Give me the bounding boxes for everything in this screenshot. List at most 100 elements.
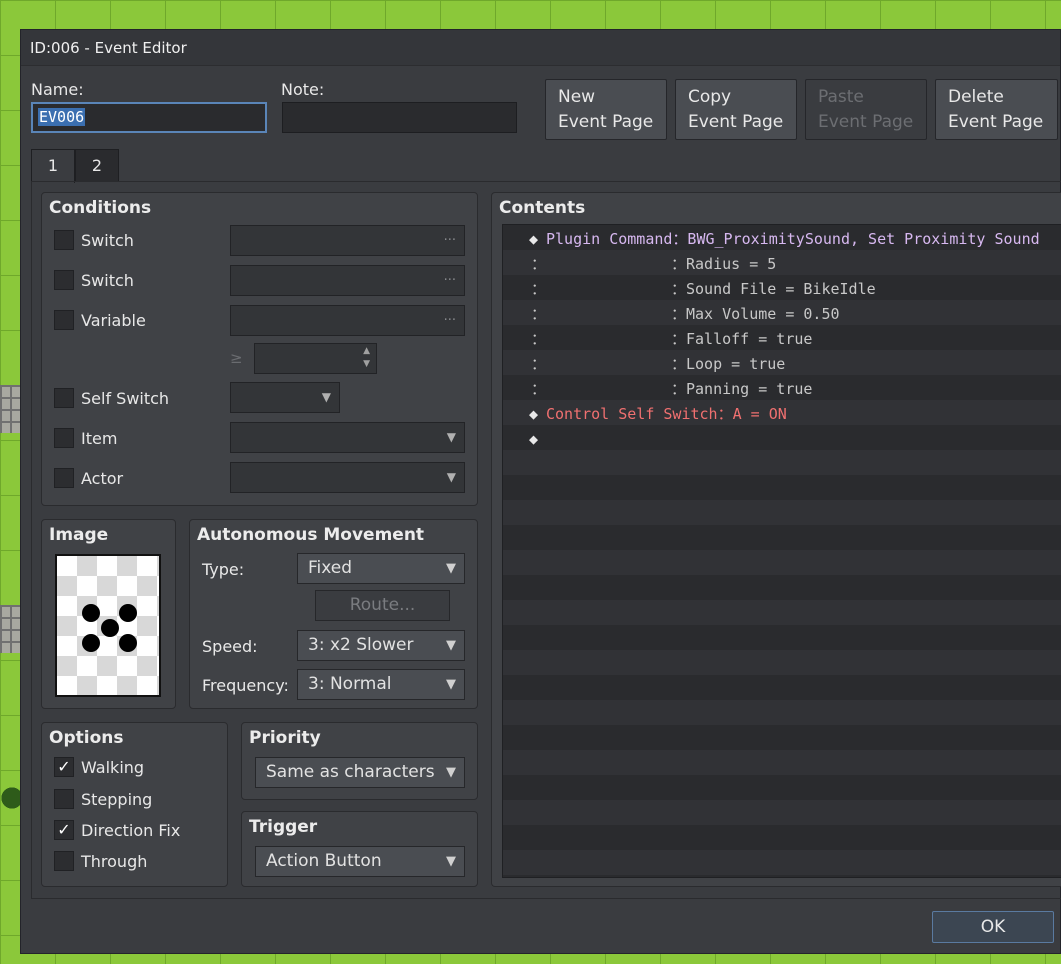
command-parameter: ：Sound File = BikeIdle — [671, 280, 876, 298]
command-diamond-icon: ◆ — [529, 405, 539, 423]
command-diamond-icon: ◆ — [529, 230, 539, 248]
image-group: Image — [41, 519, 176, 709]
switch1-label: Switch — [81, 231, 134, 250]
stepping-checkbox[interactable] — [54, 789, 74, 809]
switch2-field[interactable]: ··· — [230, 265, 465, 296]
route-button[interactable]: Route... — [315, 590, 450, 621]
map-bush — [0, 778, 20, 818]
movement-speed-label: Speed: — [202, 637, 258, 656]
command-name: Control Self Switch：A = ON — [546, 405, 787, 423]
walking-label: Walking — [81, 758, 145, 777]
actor-select[interactable]: ▼ — [230, 462, 465, 493]
movement-frequency-label: Frequency: — [202, 676, 289, 695]
note-label: Note: — [281, 80, 325, 99]
stepping-label: Stepping — [81, 790, 153, 809]
event-image-preview[interactable] — [55, 554, 161, 697]
chevron-down-icon: ▼ — [446, 677, 456, 692]
continuation-mark: ： — [531, 330, 547, 348]
movement-speed-select[interactable]: 3: x2 Slower ▼ — [297, 630, 465, 661]
priority-title: Priority — [249, 728, 321, 748]
command-parameter: ：Max Volume = 0.50 — [671, 305, 840, 323]
name-value: EV006 — [38, 108, 86, 126]
ellipsis-icon: ··· — [443, 273, 456, 288]
ok-button[interactable]: OK — [932, 911, 1054, 943]
name-field[interactable]: EV006 — [31, 102, 267, 133]
trigger-group: Trigger Action Button ▼ — [241, 811, 478, 887]
map-stone-wall — [0, 605, 20, 653]
variable-checkbox[interactable] — [54, 310, 74, 330]
command-diamond-icon: ◆ — [529, 430, 539, 448]
chevron-down-icon: ▼ — [446, 638, 456, 653]
continuation-mark: ： — [531, 380, 547, 398]
self-switch-select[interactable]: ▼ — [230, 382, 340, 413]
compare-symbol: ≥ — [230, 349, 243, 367]
trigger-select[interactable]: Action Button ▼ — [255, 846, 465, 877]
chevron-down-icon: ▼ — [446, 854, 456, 869]
delete-event-page-button[interactable]: Delete Event Page — [935, 79, 1058, 140]
command-name: Plugin Command：BWG_ProximitySound, Set P… — [546, 230, 1040, 248]
ellipsis-icon: ··· — [443, 313, 456, 328]
command-parameter: ：Panning = true — [671, 380, 813, 398]
spin-down-icon[interactable]: ▼ — [363, 359, 370, 369]
variable-label: Variable — [81, 311, 146, 330]
copy-event-page-button[interactable]: Copy Event Page — [675, 79, 797, 140]
event-editor-window: ID:006 - Event Editor Name: EV006 Note: … — [20, 29, 1061, 954]
ellipsis-icon: ··· — [443, 233, 456, 248]
item-label: Item — [81, 429, 118, 448]
switch2-checkbox[interactable] — [54, 270, 74, 290]
contents-group: Contents ◆ Plugin Command：BWG_ProximitySo… — [491, 192, 1061, 887]
variable-value-spinner[interactable]: ▲ ▼ — [254, 343, 377, 374]
movement-type-label: Type: — [202, 560, 245, 579]
command-parameter: ：Radius = 5 — [671, 255, 777, 273]
movement-type-select[interactable]: Fixed ▼ — [297, 553, 465, 584]
window-title: ID:006 - Event Editor — [21, 30, 1060, 66]
image-title: Image — [49, 525, 109, 545]
tab-page-2[interactable]: 2 — [75, 149, 119, 182]
event-command-list[interactable]: ◆ Plugin Command：BWG_ProximitySound, Set … — [502, 224, 1061, 878]
switch1-checkbox[interactable] — [54, 230, 74, 250]
map-stone-wall — [0, 385, 20, 433]
command-parameter: ：Loop = true — [671, 355, 786, 373]
continuation-mark: ： — [531, 355, 547, 373]
chevron-down-icon: ▼ — [446, 430, 456, 444]
continuation-mark: ： — [531, 280, 547, 298]
chevron-down-icon: ▼ — [446, 470, 456, 484]
switch2-label: Switch — [81, 271, 134, 290]
conditions-title: Conditions — [49, 198, 152, 218]
chevron-down-icon: ▼ — [446, 561, 456, 576]
continuation-mark: ： — [531, 305, 547, 323]
trigger-title: Trigger — [249, 817, 318, 837]
self-switch-checkbox[interactable] — [54, 388, 74, 408]
options-title: Options — [49, 728, 124, 748]
movement-frequency-select[interactable]: 3: Normal ▼ — [297, 669, 465, 700]
character-sprite — [57, 556, 159, 695]
variable-field[interactable]: ··· — [230, 305, 465, 336]
actor-label: Actor — [81, 469, 124, 488]
actor-checkbox[interactable] — [54, 468, 74, 488]
note-field[interactable] — [282, 102, 517, 133]
new-event-page-button[interactable]: New Event Page — [545, 79, 667, 140]
self-switch-label: Self Switch — [81, 389, 170, 408]
through-checkbox[interactable] — [54, 851, 74, 871]
item-select[interactable]: ▼ — [230, 422, 465, 453]
direction-fix-checkbox[interactable]: ✓ — [54, 820, 74, 840]
switch1-field[interactable]: ··· — [230, 225, 465, 256]
conditions-group: Conditions Switch ··· Switch ··· Variabl… — [41, 192, 478, 506]
item-checkbox[interactable] — [54, 428, 74, 448]
chevron-down-icon: ▼ — [446, 765, 456, 780]
autonomous-movement-group: Autonomous Movement Type: Fixed ▼ Route..… — [189, 519, 478, 709]
direction-fix-label: Direction Fix — [81, 821, 181, 840]
autonomous-movement-title: Autonomous Movement — [197, 525, 425, 545]
continuation-mark: ： — [531, 255, 547, 273]
walking-checkbox[interactable]: ✓ — [54, 757, 74, 777]
contents-title: Contents — [499, 198, 586, 218]
tab-page-1[interactable]: 1 — [31, 149, 75, 183]
chevron-down-icon: ▼ — [321, 390, 331, 404]
priority-select[interactable]: Same as characters ▼ — [255, 757, 465, 788]
command-parameter: ：Falloff = true — [671, 330, 813, 348]
through-label: Through — [81, 852, 148, 871]
priority-group: Priority Same as characters ▼ — [241, 722, 478, 800]
spin-up-icon[interactable]: ▲ — [363, 346, 370, 356]
paste-event-page-button[interactable]: Paste Event Page — [805, 79, 927, 140]
options-group: Options ✓ Walking Stepping ✓ Direction F… — [41, 722, 228, 887]
